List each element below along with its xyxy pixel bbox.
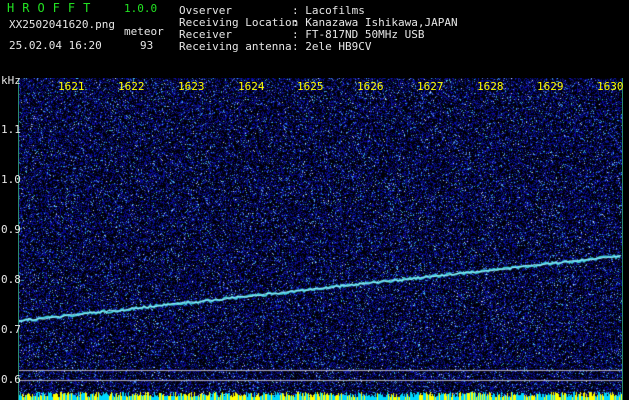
y-tick-0-7: 0.7 <box>1 323 21 336</box>
detection-mode: meteor <box>124 25 164 38</box>
file-name: XX2502041620.png <box>9 18 115 31</box>
y-tick-0-6: 0.6 <box>1 373 21 386</box>
spectrogram-area <box>18 78 622 400</box>
y-tick-0-9: 0.9 <box>1 223 21 236</box>
time-tick-1630: 1630 <box>597 80 624 93</box>
y-tick-1-1: 1.1 <box>1 123 21 136</box>
time-tick-1627: 1627 <box>417 80 444 93</box>
time-tick-1626: 1626 <box>357 80 384 93</box>
info-label-antenna: Receiving antenna <box>179 40 292 53</box>
time-tick-1628: 1628 <box>477 80 504 93</box>
app-title: HROFFT <box>7 1 99 15</box>
app-version: 1.0.0 <box>124 2 158 15</box>
time-tick-1621: 1621 <box>58 80 85 93</box>
y-axis-unit: kHz <box>1 74 21 87</box>
y-tick-0-8: 0.8 <box>1 273 21 286</box>
time-tick-1622: 1622 <box>118 80 145 93</box>
info-value-antenna: : 2ele HB9CV <box>292 40 372 53</box>
time-tick-1625: 1625 <box>297 80 324 93</box>
time-tick-1623: 1623 <box>178 80 205 93</box>
capture-datetime: 25.02.04 16:20 <box>9 39 102 52</box>
y-tick-1-0: 1.0 <box>1 173 21 186</box>
spectrogram-canvas <box>18 78 622 400</box>
time-tick-1624: 1624 <box>238 80 265 93</box>
header-panel: HROFFT 1.0.0 XX2502041620.png meteor 25.… <box>0 0 629 75</box>
time-tick-1629: 1629 <box>537 80 564 93</box>
detection-count: 93 <box>140 39 154 52</box>
plot-right-edge <box>622 78 623 400</box>
